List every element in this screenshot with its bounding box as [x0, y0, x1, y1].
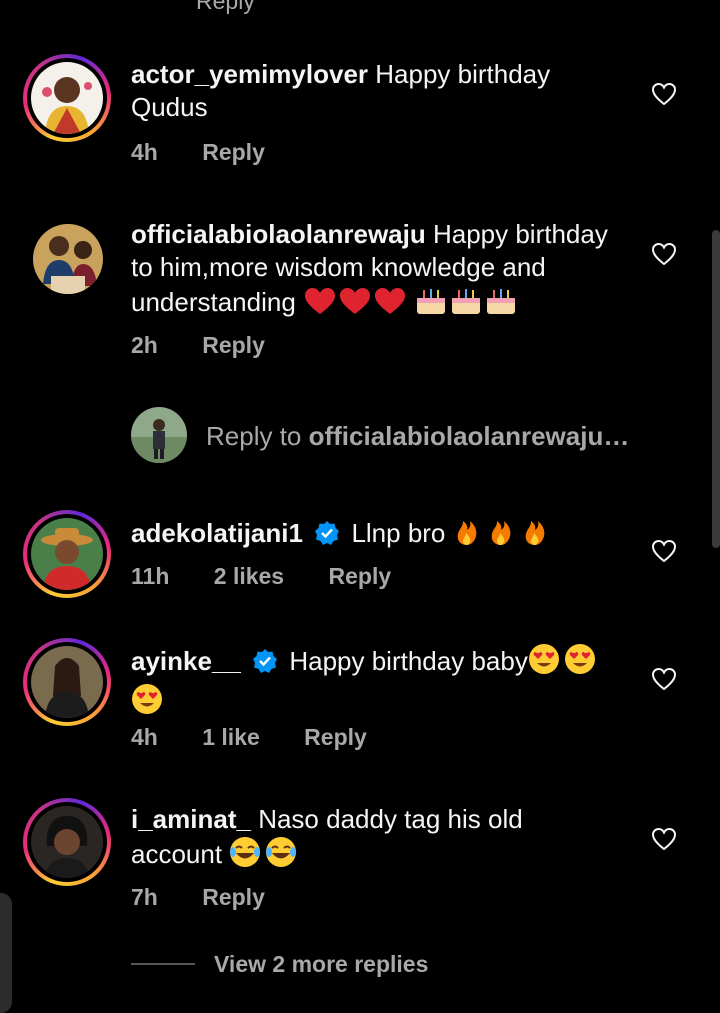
heart-emoji — [303, 286, 407, 324]
comment-username[interactable]: officialabiolaolanrewaju — [131, 219, 426, 249]
comment-username[interactable]: ayinke__ — [131, 646, 241, 676]
comment-username[interactable]: i_aminat_ — [131, 804, 251, 834]
comment-time: 7h — [131, 884, 158, 910]
comment-time: 11h — [131, 563, 170, 589]
heart-icon[interactable] — [651, 242, 677, 266]
heart-icon[interactable] — [651, 539, 677, 563]
avatar[interactable] — [23, 798, 111, 886]
heart-icon[interactable] — [651, 82, 677, 106]
comment-time: 4h — [131, 139, 158, 165]
comment-username[interactable]: actor_yemimylover — [131, 59, 368, 89]
comment-meta: 4h 1 like Reply — [131, 724, 405, 751]
avatar[interactable] — [33, 224, 103, 294]
reply-to-username: officialabiolaolanrewaju… — [308, 421, 630, 451]
fire-emoji — [453, 515, 553, 555]
comment-meta: 11h 2 likes Reply — [131, 563, 429, 590]
comment-meta: 2h Reply — [131, 332, 303, 359]
comment-body: Happy birthday — [375, 59, 551, 89]
comment-body: Happy birthday — [432, 219, 608, 249]
avatar[interactable] — [23, 54, 111, 142]
comment-time: 4h — [131, 724, 158, 750]
birthday-cake-emoji — [414, 284, 518, 324]
comment-meta: 7h Reply — [131, 884, 303, 911]
reply-button[interactable]: Reply — [202, 139, 265, 165]
like-count[interactable]: 2 likes — [214, 563, 284, 589]
reply-button[interactable]: Reply — [304, 724, 367, 750]
comment-body-cont: Qudus — [131, 92, 208, 122]
heart-icon[interactable] — [651, 827, 677, 851]
comment-meta: 4h Reply — [131, 139, 303, 166]
comment-text: actor_yemimylover Happy birthday Qudus — [131, 58, 631, 124]
comment-username[interactable]: adekolatijani1 — [131, 518, 303, 548]
comment-text: ayinke__ Happy birthday baby — [131, 643, 631, 723]
heart-icon[interactable] — [651, 667, 677, 691]
reply-button[interactable]: Reply — [202, 884, 265, 910]
reply-to-input[interactable]: Reply to officialabiolaolanrewaju… — [131, 407, 691, 463]
avatar[interactable] — [23, 510, 111, 598]
comment-body-cont: understanding — [131, 287, 296, 317]
reply-button[interactable]: Reply — [202, 332, 265, 358]
comment-body: Naso daddy tag his old — [258, 804, 523, 834]
heart-eyes-emoji — [131, 683, 165, 723]
edge-handle[interactable] — [0, 893, 12, 1013]
reply-button[interactable]: Reply — [329, 563, 392, 589]
previous-reply-link[interactable]: Reply — [196, 0, 255, 15]
heart-eyes-emoji — [528, 643, 600, 683]
divider — [131, 963, 195, 965]
own-avatar — [131, 407, 187, 463]
verified-badge-icon — [252, 648, 278, 682]
comment-text: adekolatijani1 Llnp bro — [131, 515, 631, 555]
comment-text: officialabiolaolanrewaju Happy birthday … — [131, 218, 631, 324]
comment-body-cont: to him,more wisdom knowledge and — [131, 252, 546, 282]
avatar[interactable] — [23, 638, 111, 726]
comment-body: Llnp bro — [351, 518, 446, 548]
comment-body-cont: account — [131, 839, 223, 869]
like-count[interactable]: 1 like — [202, 724, 260, 750]
comment-body: Happy birthday baby — [289, 646, 528, 676]
view-more-replies-label: View 2 more replies — [214, 951, 429, 977]
tears-of-joy-emoji — [229, 836, 301, 876]
reply-to-label: Reply to officialabiolaolanrewaju… — [206, 421, 630, 451]
scrollbar[interactable] — [712, 230, 720, 548]
verified-badge-icon — [314, 520, 340, 554]
comment-text: i_aminat_ Naso daddy tag his old account — [131, 803, 631, 876]
comment-time: 2h — [131, 332, 158, 358]
